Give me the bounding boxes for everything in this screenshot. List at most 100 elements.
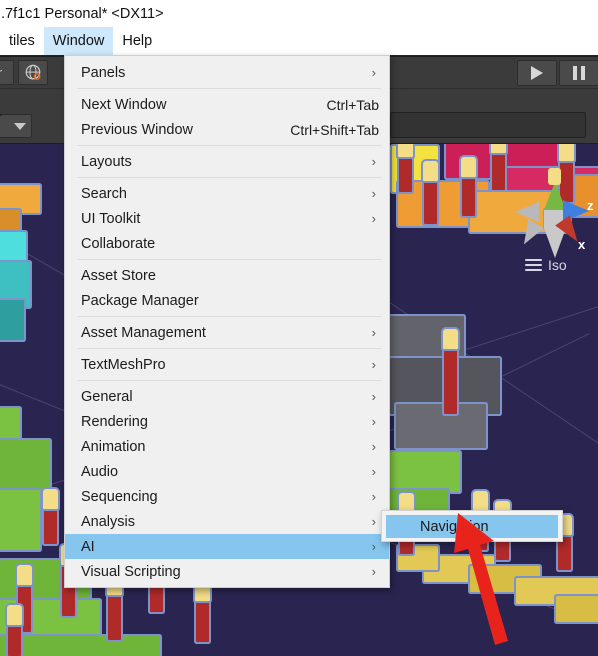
menu-item-asset-management[interactable]: Asset Management › [65, 320, 389, 345]
search-input[interactable] [0, 114, 2, 116]
menu-item-label: UI Toolkit [81, 210, 141, 227]
chevron-right-icon: › [371, 186, 376, 201]
scene-pillar-object [443, 329, 458, 414]
menubar-item-label: Help [122, 33, 153, 49]
menu-item-label: Rendering [81, 413, 148, 430]
menu-item-label: Animation [81, 438, 146, 455]
play-button[interactable] [517, 60, 557, 86]
scene-voxel-block [556, 596, 598, 622]
scene-pillar-object [398, 137, 413, 192]
menu-item-animation[interactable]: Animation › [65, 434, 389, 459]
scene-voxel-block [396, 404, 486, 448]
menu-separator [77, 88, 381, 89]
scene-voxel-block [0, 185, 40, 213]
menubar-item-label: tiles [9, 33, 35, 49]
scene-pillar-object [107, 575, 122, 640]
menu-item-label: Audio [81, 463, 119, 480]
chevron-right-icon: › [371, 357, 376, 372]
chevron-right-icon: › [371, 439, 376, 454]
menu-item-rendering[interactable]: Rendering › [65, 409, 389, 434]
menu-item-package-manager[interactable]: Package Manager [65, 288, 389, 313]
chevron-right-icon: › [371, 211, 376, 226]
window-titlebar: .7f1c1 Personal* <DX11> [0, 0, 598, 27]
menu-item-shortcut: Ctrl+Tab [326, 96, 379, 113]
chevron-right-icon: › [371, 564, 376, 579]
menu-item-label: AI [81, 538, 95, 555]
menu-item-search[interactable]: Search › [65, 181, 389, 206]
menu-item-layouts[interactable]: Layouts › [65, 149, 389, 174]
ai-submenu[interactable]: Navigation [381, 510, 563, 542]
menu-item-audio[interactable]: Audio › [65, 459, 389, 484]
hamburger-icon [525, 256, 542, 274]
menu-item-panels[interactable]: Panels › [65, 60, 389, 85]
gizmo-y-cap [548, 168, 561, 185]
menu-item-label: Sequencing [81, 488, 158, 505]
menu-item-label: Visual Scripting [81, 563, 181, 580]
menu-item-shortcut: Ctrl+Shift+Tab [290, 121, 379, 138]
menu-separator [77, 177, 381, 178]
scene-voxel-block [0, 636, 160, 656]
window-menu-dropdown[interactable]: Panels › Next Window Ctrl+Tab Previous Windo… [64, 55, 390, 588]
menu-item-label: Package Manager [81, 292, 199, 309]
scene-pillar-object [491, 133, 506, 190]
menu-item-label: Search [81, 185, 127, 202]
chevron-right-icon: › [371, 414, 376, 429]
menu-item-visual-scripting[interactable]: Visual Scripting › [65, 559, 389, 584]
scene-voxel-block [0, 490, 40, 550]
handle-space-button[interactable] [18, 60, 48, 85]
chevron-right-icon: › [371, 539, 376, 554]
menu-separator [77, 348, 381, 349]
menubar: tiles Window Help [0, 27, 598, 55]
scene-voxel-block [390, 452, 460, 492]
menu-item-analysis[interactable]: Analysis › [65, 509, 389, 534]
menu-item-label: Next Window [81, 96, 167, 113]
gizmo-axis-z-negative[interactable] [516, 219, 544, 249]
scene-pillar-object [7, 605, 22, 656]
submenu-item-navigation[interactable]: Navigation [386, 515, 558, 538]
menu-item-label: Collaborate [81, 235, 156, 252]
submenu-item-label: Navigation [420, 518, 489, 535]
menu-item-ui-toolkit[interactable]: UI Toolkit › [65, 206, 389, 231]
scene-pillar-object [195, 581, 210, 642]
window-title: .7f1c1 Personal* <DX11> [1, 5, 164, 22]
gizmo-z-label: z [587, 198, 594, 213]
menubar-item-label: Window [52, 33, 105, 49]
chevron-right-icon: › [371, 65, 376, 80]
menu-item-label: TextMeshPro [81, 356, 166, 373]
menubar-item-window[interactable]: Window [43, 27, 114, 55]
menu-item-next-window[interactable]: Next Window Ctrl+Tab [65, 92, 389, 117]
menu-separator [77, 380, 381, 381]
scene-view-mode[interactable]: Iso [525, 256, 567, 274]
scene-view-gizmo[interactable]: z x [505, 160, 595, 270]
gizmo-x-label: x [578, 237, 586, 252]
scene-pillar-object [423, 161, 438, 224]
menu-item-ai[interactable]: AI › [65, 534, 389, 559]
menu-item-textmeshpro[interactable]: TextMeshPro › [65, 352, 389, 377]
menu-item-label: Panels [81, 64, 126, 81]
scene-pillar-object [461, 157, 476, 216]
menu-item-label: Layouts [81, 153, 132, 170]
menu-item-general[interactable]: General › [65, 384, 389, 409]
scene-search-field[interactable] [390, 112, 586, 138]
menubar-item-help[interactable]: Help [113, 27, 161, 55]
chevron-right-icon: › [371, 489, 376, 504]
menubar-item-tiles[interactable]: tiles [0, 27, 44, 55]
scene-view-mode-label: Iso [548, 257, 567, 273]
menu-item-asset-store[interactable]: Asset Store [65, 263, 389, 288]
menu-item-sequencing[interactable]: Sequencing › [65, 484, 389, 509]
menu-separator [77, 316, 381, 317]
scene-voxel-block [0, 440, 50, 490]
scene-voxel-block [0, 210, 20, 232]
play-icon [531, 66, 543, 80]
chevron-right-icon: › [371, 389, 376, 404]
menu-item-collaborate[interactable]: Collaborate [65, 231, 389, 256]
menu-separator [77, 145, 381, 146]
chevron-right-icon: › [371, 514, 376, 529]
layer-dropdown[interactable] [0, 114, 32, 138]
chevron-down-icon [14, 122, 26, 130]
menu-item-previous-window[interactable]: Previous Window Ctrl+Shift+Tab [65, 117, 389, 142]
transform-tool-button[interactable]: r [0, 60, 14, 85]
pause-button[interactable] [559, 60, 598, 86]
chevron-right-icon: › [371, 154, 376, 169]
menu-item-label: Previous Window [81, 121, 194, 138]
